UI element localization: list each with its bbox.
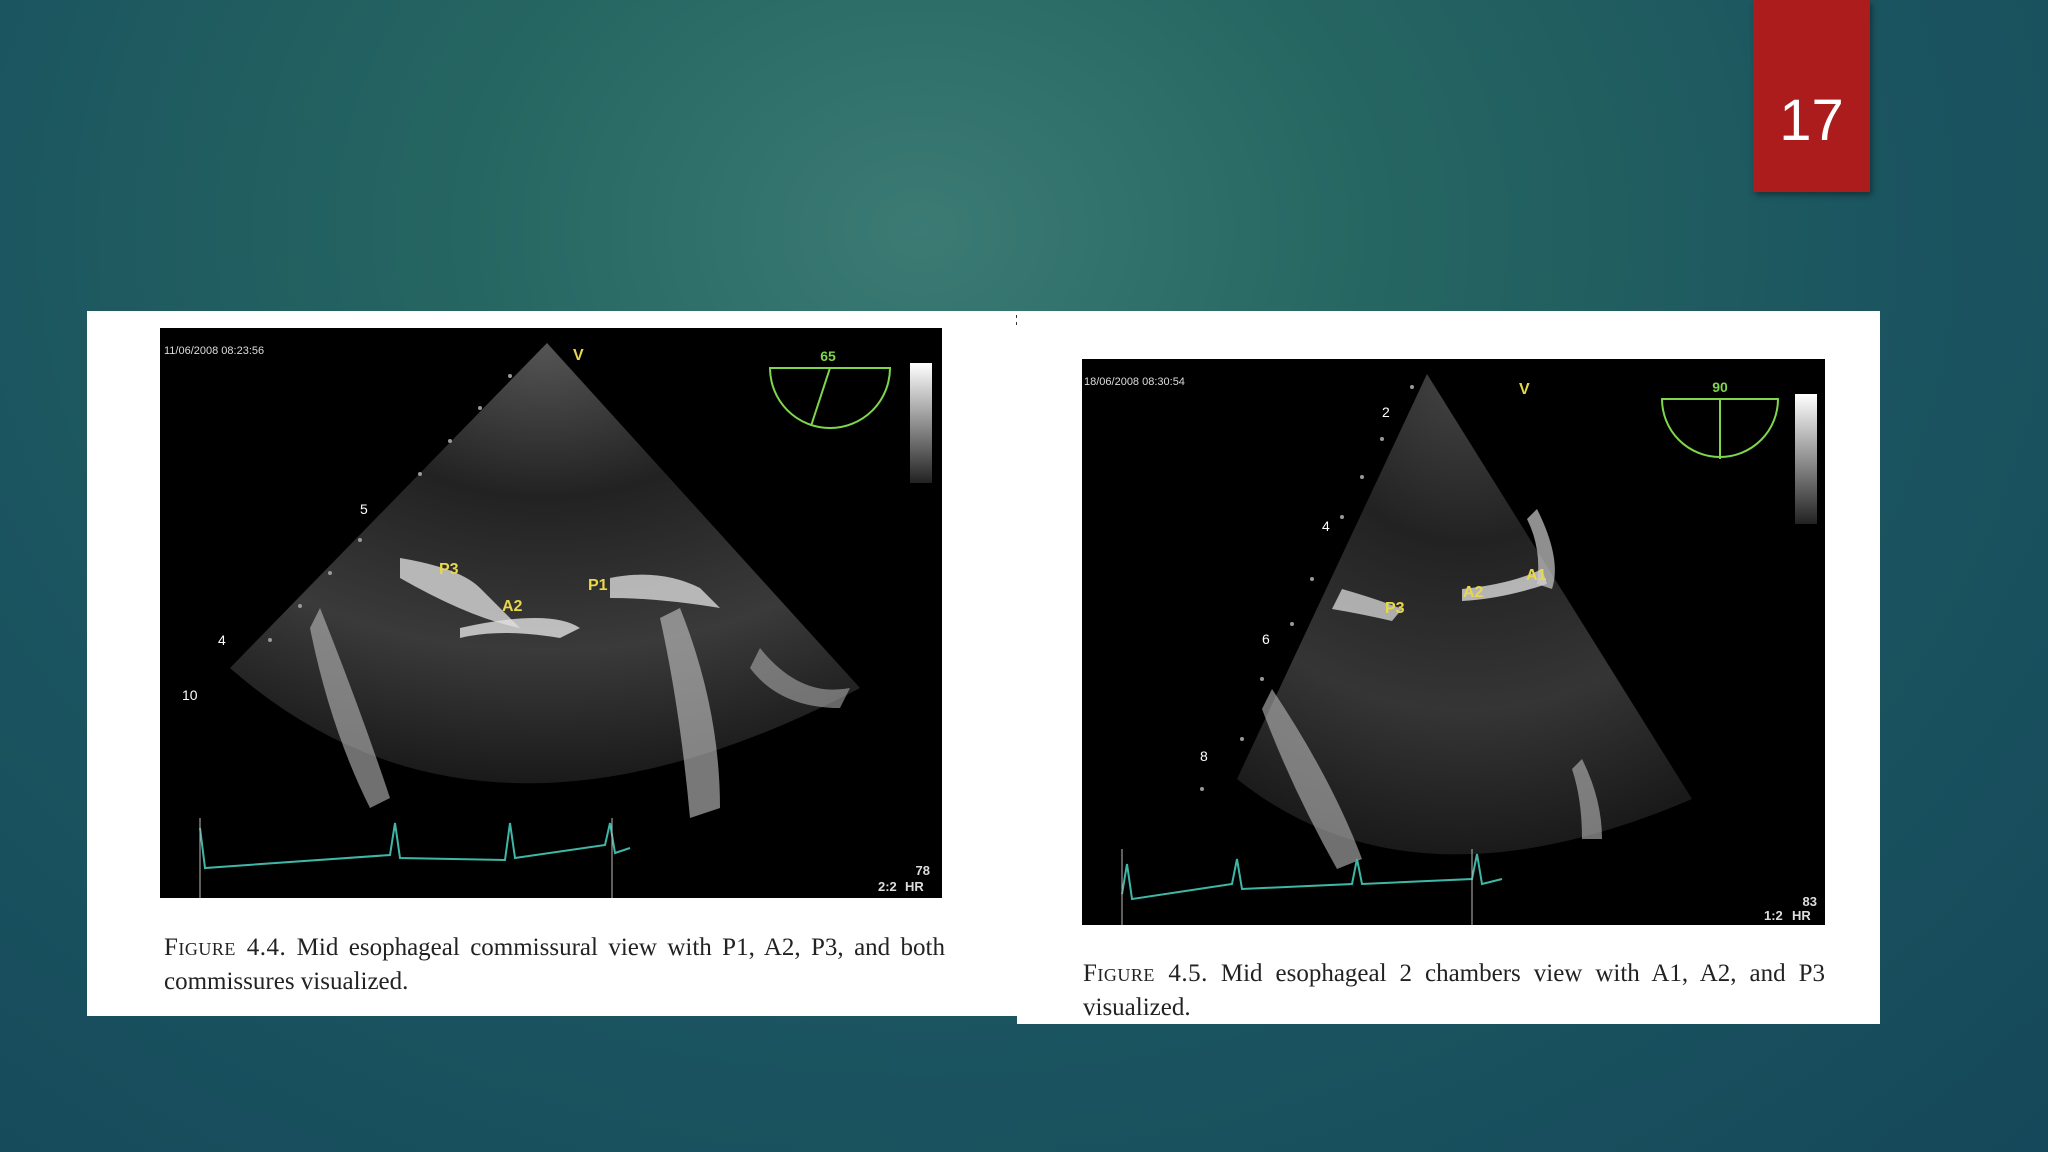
leaflet-label-p3: P3 [439,561,459,578]
ecg-trace [199,822,631,870]
depth-mark: 2 [1382,404,1390,420]
leaflet-label-p1: P1 [588,577,608,594]
echo-timestamp: 18/06/2008 08:30:54 [1084,376,1185,388]
probe-marker: V [1519,381,1530,398]
sector-angle-value: 65 [820,348,836,364]
echo-image-2-chamber-view: 18/06/2008 08:30:54 V 90 2 4 6 8 P3 A2 A… [1082,359,1825,925]
depth-mark: 4 [1322,518,1330,534]
depth-mark: 5 [360,501,368,517]
echo-image-commissural-view: 11/06/2008 08:23:56 V 65 5 4 10 P3 A2 P1… [160,328,942,898]
heart-rate-label: HR [905,879,924,894]
figure-4-4-panel: 11/06/2008 08:23:56 V 65 5 4 10 P3 A2 P1… [87,311,1018,1016]
heart-rate-label: HR [1792,908,1811,923]
leaflet-label-a1: A1 [1526,567,1547,584]
echo-timestamp: 11/06/2008 08:23:56 [164,345,264,357]
caption-label: Figure 4.5. [1083,960,1208,987]
sector-angle-indicator: 65 [768,348,892,429]
depth-mark: 6 [1262,631,1270,647]
leaflet-label-a2: A2 [502,598,523,615]
heart-rate-value: 78 [916,863,930,878]
frame-rate: 2:2 [878,879,897,894]
depth-mark: 8 [1200,748,1208,764]
figure-4-5-panel: 18/06/2008 08:30:54 V 90 2 4 6 8 P3 A2 A… [1017,311,1880,1024]
echo-image-left: 11/06/2008 08:23:56 V 65 5 4 10 P3 A2 P1… [164,343,932,898]
figure-4-4-caption: Figure 4.4. Mid esophageal commissural v… [164,931,945,999]
sector-angle-value: 90 [1712,379,1728,395]
frame-rate: 1:2 [1764,908,1783,923]
slide-number-badge: 17 [1753,0,1870,192]
figure-4-5-caption: Figure 4.5. Mid esophageal 2 chambers vi… [1083,957,1825,1025]
slide-number: 17 [1779,88,1844,153]
ecg-trace [1121,853,1503,901]
ultrasound-sector [230,343,860,784]
grayscale-bar [910,363,932,483]
leaflet-label-a2: A2 [1463,584,1484,601]
heart-rate-value: 83 [1803,894,1817,909]
grayscale-bar [1795,394,1817,524]
depth-mark: 10 [182,687,198,703]
probe-marker: V [573,347,584,364]
leaflet-label-p3: P3 [1385,600,1405,617]
depth-mark: 4 [218,632,226,648]
caption-label: Figure 4.4. [164,934,287,961]
echo-image-right: 18/06/2008 08:30:54 V 90 2 4 6 8 P3 A2 A… [1084,374,1817,925]
sector-angle-indicator: 90 [1660,379,1780,459]
